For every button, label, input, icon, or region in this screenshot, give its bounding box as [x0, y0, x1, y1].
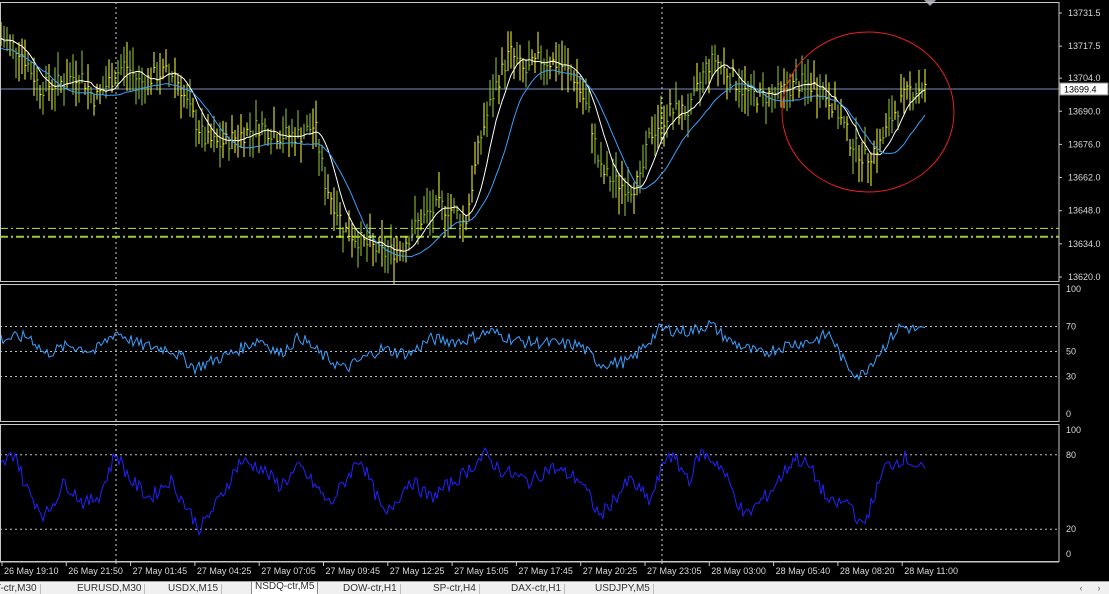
price-tick-label: 13704.0: [1068, 73, 1101, 83]
price-tick-label: 13731.5: [1068, 8, 1101, 18]
time-tick-label: 27 May 07:05: [261, 566, 316, 576]
time-tick-label: 27 May 17:45: [518, 566, 573, 576]
main-frame: [0, 2, 1060, 282]
stochastic-pane[interactable]: [0, 446, 1059, 537]
price-tick-label: 13690.0: [1068, 106, 1101, 116]
time-tick-label: 26 May 21:50: [68, 566, 123, 576]
tab-scroll-right-icon[interactable]: ›: [1094, 583, 1104, 593]
rsi-pane[interactable]: [0, 319, 1059, 382]
time-tick-label: 28 May 11:00: [904, 566, 958, 576]
price-tick-label: 13717.5: [1068, 41, 1101, 51]
rsi-tick-label: 30: [1066, 372, 1076, 382]
time-tick-label: 27 May 04:25: [197, 566, 252, 576]
rsi-tick-label: 100: [1066, 284, 1081, 294]
time-tick-label: 27 May 12:25: [390, 566, 445, 576]
time-tick-label: 28 May 08:20: [840, 566, 895, 576]
time-tick-label: 28 May 05:40: [776, 566, 831, 576]
time-tick-label: 27 May 15:05: [454, 566, 509, 576]
stoch-tick-label: 100: [1066, 425, 1081, 435]
rsi-line: [0, 319, 926, 382]
pane-frames: [0, 2, 1060, 566]
time-tick-label: 27 May 23:05: [647, 566, 702, 576]
time-axis: 26 May 19:10 26 May 21:50 27 May 01:45 27 M…: [1, 562, 958, 576]
stoch-tick-label: 20: [1066, 524, 1076, 534]
stoch-tick-label: 0: [1066, 549, 1071, 559]
price-axis: 13731.5 13717.5 13704.0 13690.0 13676.0 13662…: [1059, 8, 1109, 559]
price-tick-label: 13676.0: [1068, 139, 1101, 149]
price-pane[interactable]: [0, 0, 1059, 285]
rsi-tick-label: 0: [1066, 409, 1071, 419]
time-tick-label: 26 May 19:10: [4, 566, 59, 576]
time-tick-label: 27 May 01:45: [133, 566, 188, 576]
time-tick-label: 27 May 20:25: [583, 566, 638, 576]
rsi-tick-label: 70: [1066, 322, 1076, 332]
stoch-tick-label: 80: [1066, 450, 1076, 460]
tab-nsdq-ctr-m5[interactable]: NSDQ-ctr,M5: [251, 582, 319, 594]
time-tick-label: 27 May 09:45: [326, 566, 381, 576]
time-tick-label: 28 May 03:00: [711, 566, 766, 576]
price-tick-label: 13634.0: [1068, 239, 1101, 249]
current-price-label: 13699.4: [1064, 85, 1097, 95]
tab-scroll-left-icon[interactable]: ‹: [1076, 583, 1086, 593]
price-tick-label: 13662.0: [1068, 173, 1101, 183]
price-tick-label: 13648.0: [1068, 206, 1101, 216]
stochastic-line: [0, 446, 926, 537]
rsi-frame: [0, 284, 1060, 422]
symbol-tab-bar: ENT-ctr,M30EURUSD,M30USDX,M15NSDQ-ctr,M5…: [0, 581, 1109, 594]
chart-canvas[interactable]: 13731.5 13717.5 13704.0 13690.0 13676.0 13662…: [0, 0, 1109, 593]
rsi-tick-label: 50: [1066, 347, 1076, 357]
price-bars: [0, 21, 927, 285]
price-tick-label: 13620.0: [1068, 272, 1101, 282]
